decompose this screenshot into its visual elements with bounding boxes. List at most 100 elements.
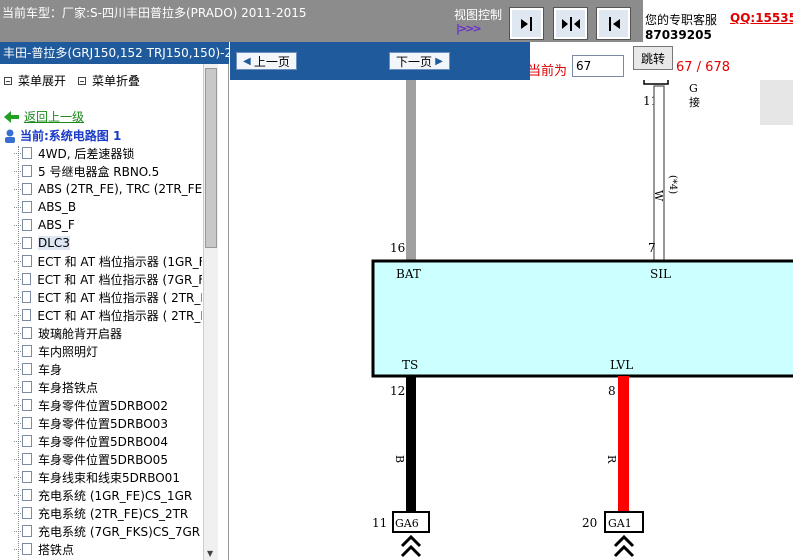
tree-item[interactable]: ABS (2TR_FE), TRC (2TR_FE (14, 180, 202, 198)
tree-item-label: 车身 (38, 362, 63, 377)
vehicle-title: 当前车型：厂家:S-四川丰田普拉多(PRADO) 2011-2015 (2, 6, 307, 20)
scrollbar-thumb[interactable] (205, 68, 217, 248)
tree-item[interactable]: 车身零件位置5DRBO04 (14, 432, 202, 450)
view-control-label: 视图控制 (454, 8, 503, 22)
expand-all-button[interactable]: 菜单展开 (4, 72, 66, 89)
tree-item-label: 充电系统 (1GR_FE)CS_1GR (38, 488, 193, 503)
page-number-input[interactable] (572, 55, 624, 77)
tree-item[interactable]: ABS_B (14, 198, 202, 216)
white-wire (653, 85, 665, 262)
sidebar-scrollbar[interactable]: ▼ (203, 64, 218, 560)
collapse-all-button[interactable]: 菜单折叠 (78, 72, 140, 89)
tree-item-label: 车身搭铁点 (38, 380, 99, 395)
document-icon (14, 381, 32, 393)
tree-item-label: ECT 和 AT 档位指示器 (7GR_FKS (37, 272, 202, 287)
connector-ga6-pin: 11 (372, 516, 387, 530)
tree-item[interactable]: ABS_F (14, 216, 202, 234)
tree-item[interactable]: DLC3 (14, 234, 202, 252)
tree-item-label: 车内照明灯 (38, 344, 99, 359)
wire-note: (*4) (667, 175, 678, 194)
collapse-box-icon (78, 76, 86, 85)
document-icon (14, 435, 32, 447)
document-icon (14, 327, 32, 339)
tree-item-label: ECT 和 AT 档位指示器 ( 2TR_FE (37, 290, 202, 305)
connector-ga1-label: GA1 (608, 517, 632, 530)
document-icon (14, 183, 32, 195)
tree-item[interactable]: ECT 和 AT 档位指示器 ( 2TR_FE (14, 306, 202, 324)
wiring-diagram-svg: G 接 11 W (*4) 16 7 BAT SIL TS LVL 12 8 B… (371, 80, 793, 558)
tree-item[interactable]: 车身零件位置5DRBO02 (14, 396, 202, 414)
label-lvl: LVL (610, 358, 633, 372)
tree-item[interactable]: 车身线束和线束5DRBO01 (14, 468, 202, 486)
next-page-label: 下一页 (396, 54, 433, 69)
arrow-right-icon: ▶ (432, 55, 443, 67)
document-icon (14, 489, 32, 501)
support-label: 您的专职客服 (645, 13, 718, 27)
support-number: 87039205 (645, 28, 712, 42)
chevron-up-icon (400, 544, 422, 558)
tree-item-label: 车身零件位置5DRBO04 (38, 434, 168, 449)
document-icon (14, 201, 32, 213)
current-page-label: 当前为 (528, 64, 568, 79)
tree-item-label: 车身零件位置5DRBO05 (38, 452, 168, 467)
tree-item[interactable]: 充电系统 (7GR_FKS)CS_7GR (14, 522, 202, 540)
arrow-left-icon: ◀ (243, 55, 254, 67)
prev-page-button[interactable]: ◀ 上一页 (236, 52, 297, 70)
adjacent-component-box (760, 80, 793, 125)
view-right-align-button[interactable] (509, 7, 544, 40)
tree-item[interactable]: 车身零件位置5DRBO05 (14, 450, 202, 468)
pin-16: 16 (390, 241, 405, 255)
document-icon (14, 273, 32, 285)
document-icon (14, 363, 32, 375)
pin-7: 7 (648, 241, 656, 255)
tree-item[interactable]: 车身搭铁点 (14, 378, 202, 396)
view-center-align-button[interactable] (553, 7, 588, 40)
back-link[interactable]: 返回上一级 (4, 108, 84, 125)
tree-item[interactable]: 5 号继电器盒 RBNO.5 (14, 162, 202, 180)
document-icon (14, 471, 32, 483)
tree-item[interactable]: 充电系统 (2TR_FE)CS_2TR (14, 504, 202, 522)
tree-item[interactable]: ECT 和 AT 档位指示器 (7GR_FKS (14, 270, 202, 288)
tree-item-label: ECT 和 AT 档位指示器 (1GR_FE (37, 254, 203, 269)
document-icon (14, 219, 32, 231)
document-icon (14, 453, 32, 465)
tree-item-label: 玻璃舱背开启器 (38, 326, 123, 341)
label-sil: SIL (650, 267, 671, 281)
tree-item-label: 车身零件位置5DRBO02 (38, 398, 168, 413)
label-bat: BAT (396, 267, 421, 281)
document-icon (14, 237, 32, 249)
document-icon (14, 165, 32, 177)
view-left-align-button[interactable] (596, 7, 631, 40)
page-count: 67 / 678 (676, 60, 730, 75)
tree-item[interactable]: 玻璃舱背开启器 (14, 324, 202, 342)
go-button[interactable]: 跳转 (633, 46, 673, 70)
tree-item[interactable]: ECT 和 AT 档位指示器 (1GR_FE (14, 252, 202, 270)
tree-item[interactable]: ECT 和 AT 档位指示器 ( 2TR_FE (14, 288, 202, 306)
next-page-button[interactable]: 下一页 ▶ (389, 52, 450, 70)
support-qq-link[interactable]: QQ:155350 (730, 11, 793, 25)
document-icon (14, 255, 32, 267)
pin-12: 12 (390, 384, 405, 398)
red-wire (618, 376, 629, 512)
scroll-down-icon[interactable]: ▼ (207, 549, 213, 558)
tree-item[interactable]: 4WD, 后差速器锁 (14, 144, 202, 162)
component-box (371, 259, 793, 378)
document-icon (14, 309, 32, 321)
tree-item-label: ABS (2TR_FE), TRC (2TR_FE (37, 182, 202, 196)
tree-item-label: 车身零件位置5DRBO03 (38, 416, 168, 431)
tree-item[interactable]: 车身 (14, 360, 202, 378)
arrow-to-left-icon (608, 16, 620, 31)
tree-item[interactable]: 车内照明灯 (14, 342, 202, 360)
tree-item-label: 5 号继电器盒 RBNO.5 (38, 164, 160, 179)
label-ts: TS (402, 358, 418, 372)
tree-item[interactable]: 搭铁点 (14, 540, 202, 558)
support-panel: 您的专职客服 QQ:155350 87039205 (643, 0, 793, 42)
document-icon (14, 345, 32, 357)
model-title: 丰田-普拉多(GRJ150,152 TRJ150,150)-2 (0, 42, 229, 64)
top-right-text-2: 接 (689, 96, 700, 109)
tree-item[interactable]: 充电系统 (1GR_FE)CS_1GR (14, 486, 202, 504)
tree-item-label: 充电系统 (2TR_FE)CS_2TR (38, 506, 189, 521)
tree-item[interactable]: 车身零件位置5DRBO03 (14, 414, 202, 432)
page-nav: ◀ 上一页 下一页 ▶ (230, 42, 530, 80)
top-connector-stub (643, 80, 669, 85)
